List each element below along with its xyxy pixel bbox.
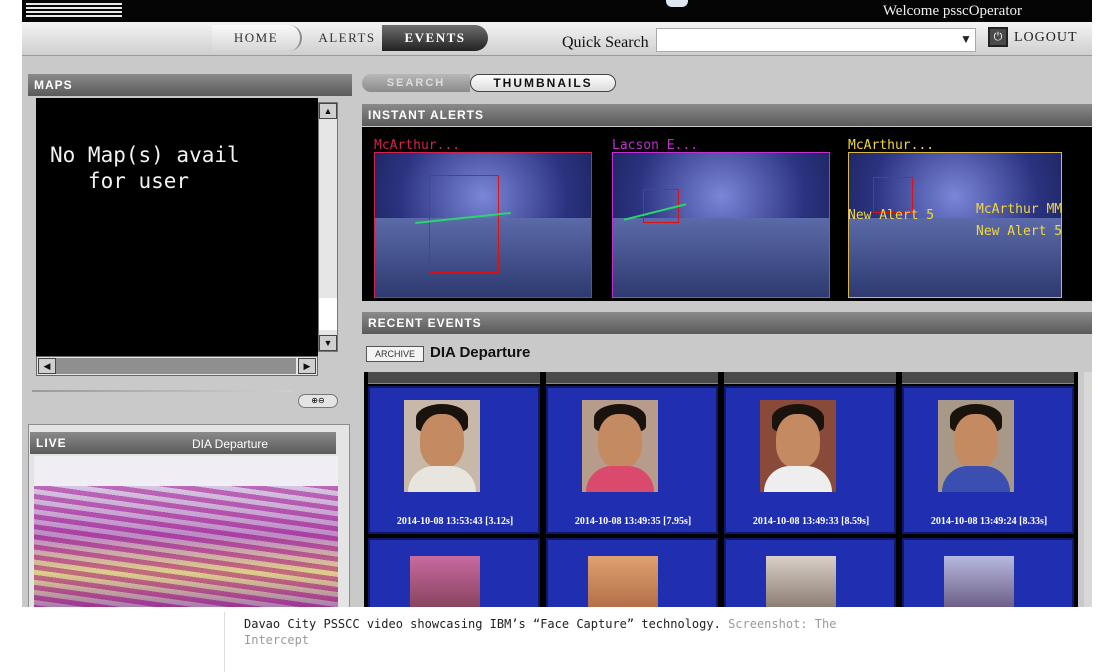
live-video-feed[interactable] xyxy=(34,486,338,607)
alert-overlay-tag: New Alert 5 xyxy=(848,208,935,223)
thumbnail-timestamp: 2014-10-08 13:49:24 [8.33s] xyxy=(930,516,1048,527)
logout-button[interactable]: LOGOUT xyxy=(1014,30,1078,46)
screenshot-frame: Welcome psscOperator HOME ALERTS EVENTS … xyxy=(22,0,1092,607)
window-handle xyxy=(666,0,688,7)
live-camera-title: DIA Departure xyxy=(192,437,269,451)
column-header xyxy=(724,372,896,384)
tab-events[interactable]: EVENTS xyxy=(382,25,488,51)
shirt xyxy=(408,466,476,492)
chevron-down-icon[interactable]: ▼ xyxy=(960,32,972,46)
recent-events-header: RECENT EVENTS xyxy=(362,312,1092,334)
top-bar: Welcome psscOperator xyxy=(22,0,1092,22)
maps-vertical-scroll-thumb[interactable] xyxy=(319,298,337,330)
scroll-left-icon[interactable]: ◀ xyxy=(38,358,56,374)
alert-camera-name: McArthur... xyxy=(374,138,461,153)
image-caption: Davao City PSSCC video showcasing IBM’s … xyxy=(244,616,884,648)
tab-thumbnails[interactable]: THUMBNAILS xyxy=(470,74,616,92)
caption-rule xyxy=(224,612,225,672)
scroll-up-icon[interactable]: ▲ xyxy=(319,103,337,119)
divider xyxy=(32,390,292,392)
maps-header: MAPS xyxy=(28,74,352,96)
face-thumbnail[interactable]: 2014-10-08 13:49:35 [7.95s] xyxy=(546,386,718,534)
maps-view[interactable] xyxy=(36,98,318,356)
alert-thumbnail[interactable] xyxy=(374,152,592,298)
face-thumbnail[interactable]: 2014-10-08 13:49:24 [8.33s] xyxy=(902,386,1074,534)
column-header xyxy=(902,372,1074,384)
scroll-right-icon[interactable]: ▶ xyxy=(298,358,316,374)
maps-horizontal-scroll-thumb[interactable] xyxy=(56,358,296,374)
face-thumbnail[interactable] xyxy=(902,538,1074,607)
tab-alerts[interactable]: ALERTS xyxy=(304,25,390,51)
face-thumbnail[interactable] xyxy=(546,538,718,607)
quick-search-label: Quick Search xyxy=(562,34,649,51)
alert-overlay-tag: McArthur MM xyxy=(976,202,1063,217)
instant-alerts-header: INSTANT ALERTS xyxy=(362,104,1092,126)
column-header xyxy=(368,372,540,384)
power-icon[interactable]: ⏻ xyxy=(988,27,1008,47)
archive-button[interactable]: ARCHIVE xyxy=(366,346,424,362)
alert-camera-name: Lacson E... xyxy=(612,138,699,153)
face-thumbnail[interactable] xyxy=(368,538,540,607)
event-title: DIA Departure xyxy=(430,344,531,361)
main-nav: HOME ALERTS EVENTS Quick Search ▼ ⏻ LOGO… xyxy=(22,22,1092,56)
maps-message: No Map(s) avail for user xyxy=(50,143,240,193)
zoom-icon[interactable]: ⊕⊖ xyxy=(298,394,338,408)
brand-logo xyxy=(26,2,122,18)
face-thumbnail[interactable]: 2014-10-08 13:53:43 [3.12s] xyxy=(368,386,540,534)
face-thumbnail[interactable] xyxy=(724,538,896,607)
alert-camera-name: McArthur... xyxy=(848,138,935,153)
quick-search-input[interactable] xyxy=(656,28,976,52)
thumbnail-timestamp: 2014-10-08 13:49:33 [8.59s] xyxy=(752,516,870,527)
alert-thumbnail[interactable] xyxy=(612,152,830,298)
welcome-text: Welcome psscOperator xyxy=(882,3,1022,19)
alert-overlay-tag: New Alert 5 xyxy=(976,224,1063,239)
events-scrollbar[interactable] xyxy=(1084,372,1092,607)
face-thumbnail[interactable]: 2014-10-08 13:49:33 [8.59s] xyxy=(724,386,896,534)
column-header xyxy=(546,372,718,384)
live-header: LIVE xyxy=(30,432,336,454)
tab-home[interactable]: HOME xyxy=(212,25,302,51)
tab-search[interactable]: SEARCH xyxy=(362,74,470,92)
live-video-top xyxy=(34,456,338,486)
thumbnail-timestamp: 2014-10-08 13:49:35 [7.95s] xyxy=(574,516,692,527)
thumbnail-timestamp: 2014-10-08 13:53:43 [3.12s] xyxy=(396,516,514,527)
caption-text: Davao City PSSCC video showcasing IBM’s … xyxy=(244,617,721,631)
scroll-down-icon[interactable]: ▼ xyxy=(319,335,337,351)
